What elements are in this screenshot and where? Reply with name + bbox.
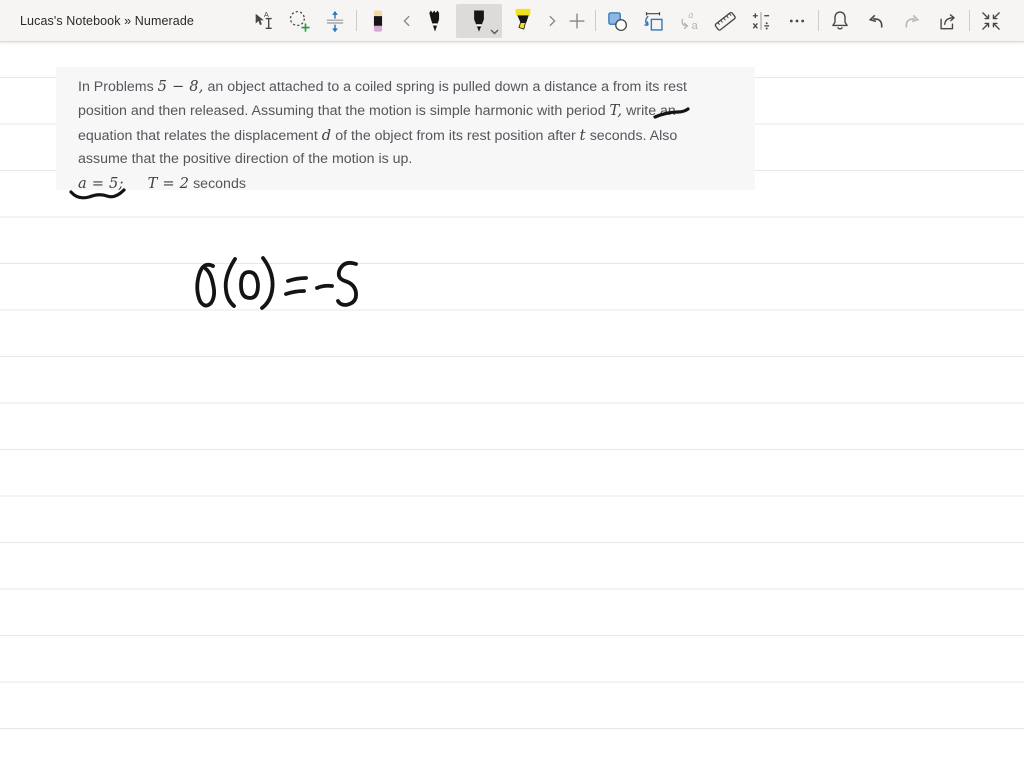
math-icon <box>748 8 774 34</box>
lasso-select-icon <box>286 8 312 34</box>
redo-icon <box>899 8 925 34</box>
problem-line: position and then released. Assuming tha… <box>78 102 676 120</box>
toolbar-divider <box>356 10 357 31</box>
chevron-down-icon <box>490 29 499 35</box>
toolbar-tools: A a a <box>248 0 1006 41</box>
select-type-tool-button[interactable]: A <box>248 4 278 38</box>
ink-to-text-icon: a a <box>676 8 702 34</box>
svg-text:a: a <box>691 20 698 32</box>
ink-to-text-tool-button[interactable]: a a <box>674 4 704 38</box>
collapse-icon <box>978 8 1004 34</box>
ink-to-shape-icon <box>640 8 666 34</box>
math-tool-button[interactable] <box>746 4 776 38</box>
eraser-tool-button[interactable] <box>363 4 393 38</box>
problem-line: a = 5; T = 2 seconds <box>78 174 246 192</box>
ruler-icon <box>712 8 738 34</box>
share-icon <box>935 8 961 34</box>
highlighter-icon <box>510 7 536 35</box>
problem-line: In Problems 5 − 8, an object attached to… <box>78 78 687 95</box>
ink-to-shape-tool-button[interactable] <box>638 4 668 38</box>
svg-text:a: a <box>688 10 693 20</box>
chevron-right-icon <box>545 14 559 28</box>
shapes-icon <box>604 8 630 34</box>
eraser-icon <box>365 8 391 34</box>
add-pen-button[interactable] <box>565 4 589 38</box>
bell-icon <box>827 8 853 34</box>
share-button[interactable] <box>933 4 963 38</box>
undo-button[interactable] <box>861 4 891 38</box>
ruler-tool-button[interactable] <box>710 4 740 38</box>
notifications-button[interactable] <box>825 4 855 38</box>
lasso-select-tool-button[interactable] <box>284 4 314 38</box>
pencil-icon <box>422 7 448 35</box>
problem-text-block[interactable]: In Problems 5 − 8, an object attached to… <box>56 67 755 192</box>
shapes-tool-button[interactable] <box>602 4 632 38</box>
toolbar-divider <box>969 10 970 31</box>
redo-button[interactable] <box>897 4 927 38</box>
breadcrumb[interactable]: Lucas's Notebook » Numerade <box>20 0 194 41</box>
toolbar: Lucas's Notebook » Numerade A a a <box>0 0 1024 42</box>
toolbar-divider <box>818 10 819 31</box>
pencil-tool-button[interactable] <box>420 4 450 38</box>
ellipsis-icon <box>784 8 810 34</box>
collapse-view-button[interactable] <box>976 4 1006 38</box>
more-options-button[interactable] <box>782 4 812 38</box>
problem-line: assume that the positive direction of th… <box>78 151 413 168</box>
insert-space-icon <box>322 8 348 34</box>
highlighter-tool-button[interactable] <box>508 4 538 38</box>
pen-scroll-left-button[interactable] <box>399 4 414 38</box>
problem-line: equation that relates the displacement d… <box>78 126 678 144</box>
svg-text:A: A <box>264 9 269 18</box>
select-type-icon: A <box>250 8 276 34</box>
undo-icon <box>863 8 889 34</box>
chevron-left-icon <box>400 14 414 28</box>
toolbar-divider <box>595 10 596 31</box>
insert-space-tool-button[interactable] <box>320 4 350 38</box>
pen-scroll-right-button[interactable] <box>544 4 559 38</box>
plus-icon <box>566 10 588 32</box>
pen-tool-button[interactable] <box>456 3 502 38</box>
pen-icon <box>466 7 492 35</box>
